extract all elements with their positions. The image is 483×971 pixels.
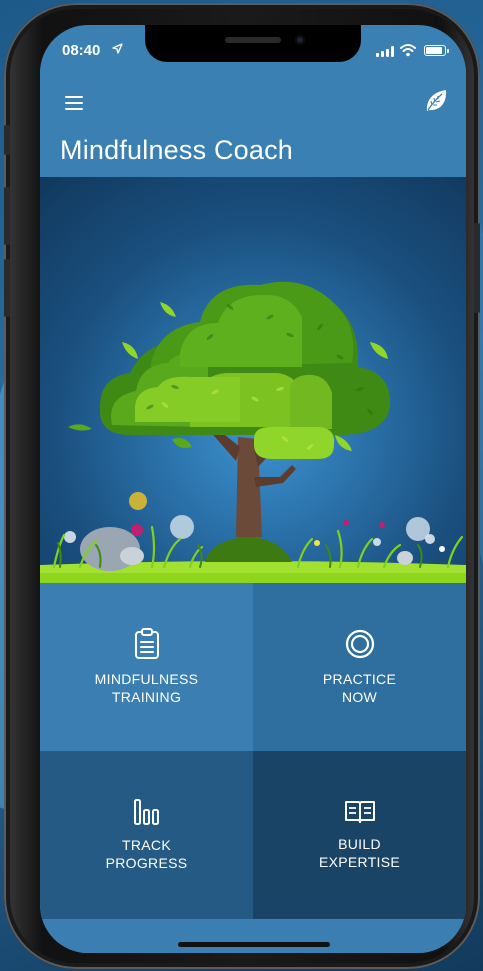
tile-label-line1: TRACK xyxy=(122,837,171,853)
tile-label-line2: EXPERTISE xyxy=(318,854,401,870)
volume-down-button xyxy=(4,259,10,317)
phone-screen: 08:40 Mindfulness Coach MINDFULNESS TRAI… xyxy=(40,25,466,953)
tile-practice-now[interactable]: PRACTICE NOW xyxy=(253,583,466,751)
ring-target-icon xyxy=(345,629,374,659)
tile-label-line1: MINDFULNESS xyxy=(94,671,199,687)
status-time: 08:40 xyxy=(62,42,101,59)
tile-label-line1: PRACTICE xyxy=(322,671,397,687)
cellular-signal-icon xyxy=(376,46,394,57)
tile-build-expertise[interactable]: BUILD EXPERTISE xyxy=(253,751,466,919)
tile-label-line2: NOW xyxy=(341,689,378,705)
power-button xyxy=(474,223,480,313)
hero-illustration xyxy=(40,177,466,583)
bottom-strip xyxy=(40,920,466,953)
bar-chart-icon xyxy=(133,799,159,825)
tile-label: MINDFULNESS TRAINING xyxy=(95,670,199,706)
hamburger-menu-icon[interactable] xyxy=(64,93,88,113)
tile-label-line1: BUILD xyxy=(338,836,381,852)
tile-track-progress[interactable]: TRACK PROGRESS xyxy=(40,751,253,919)
earpiece-speaker xyxy=(225,37,281,43)
location-arrow-icon xyxy=(112,43,123,57)
tile-label-line2: TRAINING xyxy=(111,689,182,705)
open-book-icon xyxy=(344,801,375,823)
leaf-icon[interactable] xyxy=(422,87,450,115)
front-camera xyxy=(295,35,305,45)
clipboard-list-icon xyxy=(134,628,159,659)
notch xyxy=(145,25,361,62)
page-title: Mindfulness Coach xyxy=(60,135,294,165)
phone-frame: 08:40 Mindfulness Coach MINDFULNESS TRAI… xyxy=(4,3,480,969)
tile-mindfulness-training[interactable]: MINDFULNESS TRAINING xyxy=(40,583,253,751)
tree-illustration xyxy=(40,281,466,583)
tile-label: BUILD EXPERTISE xyxy=(319,835,400,871)
wifi-icon xyxy=(400,44,416,57)
battery-icon xyxy=(424,45,449,56)
app-bar: Mindfulness Coach xyxy=(40,69,466,177)
tile-label: TRACK PROGRESS xyxy=(106,836,188,872)
menu-tiles: MINDFULNESS TRAINING PRACTICE NOW TRACK … xyxy=(40,583,466,953)
tile-label: PRACTICE NOW xyxy=(323,670,396,706)
home-indicator[interactable] xyxy=(178,942,330,947)
volume-up-button xyxy=(4,187,10,245)
tile-label-line2: PROGRESS xyxy=(105,855,188,871)
mute-switch xyxy=(4,125,10,155)
